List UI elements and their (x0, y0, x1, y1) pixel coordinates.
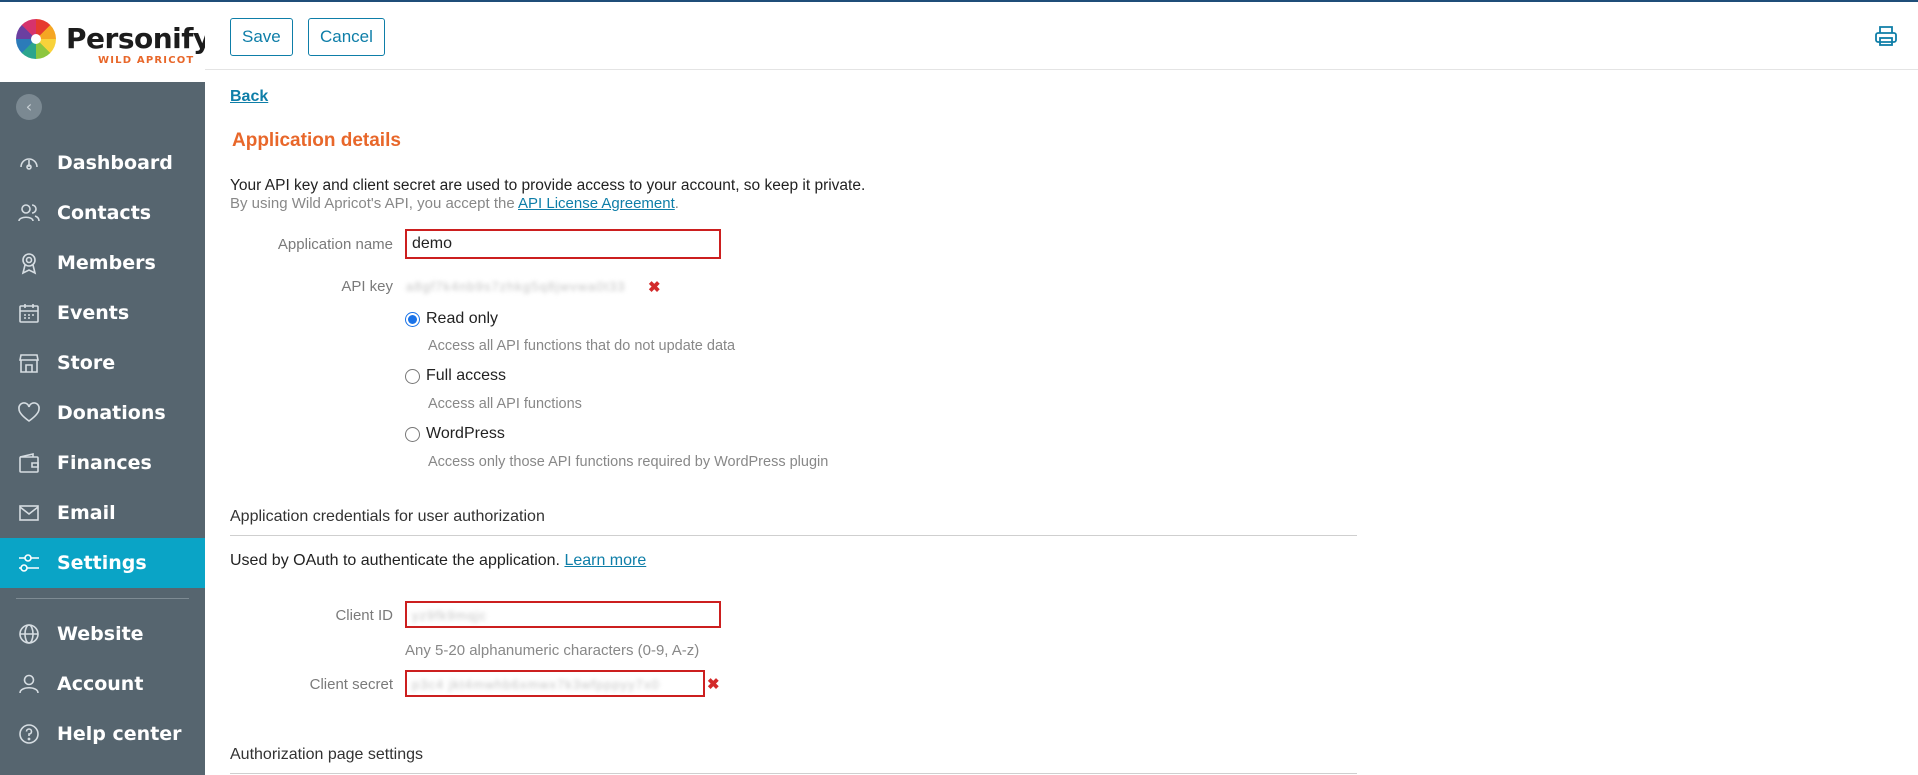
regenerate-key-x-icon[interactable]: ✖ (648, 280, 661, 295)
client-id-input[interactable]: yz9fk9mqjc (405, 601, 721, 628)
sidebar: Personify WILD APRICOT ‹ Dashboard Conta… (0, 0, 211, 775)
heart-icon (16, 400, 42, 426)
calendar-icon (16, 300, 42, 326)
sidebar-item-label: Settings (57, 552, 147, 574)
sidebar-item-label: Account (57, 673, 144, 695)
sidebar-item-donations[interactable]: Donations (0, 388, 205, 438)
wallet-icon (16, 450, 42, 476)
toolbar: Save Cancel (205, 2, 1918, 70)
radio-label: Read only (426, 310, 499, 327)
sidebar-item-label: Members (57, 252, 156, 274)
mail-icon (16, 500, 42, 526)
sidebar-item-label: Help center (57, 723, 182, 745)
api-key-label: API key (341, 278, 393, 295)
radio-read-only[interactable] (405, 311, 420, 327)
sidebar-item-finances[interactable]: Finances (0, 438, 205, 488)
radio-description: Access all API functions (428, 396, 582, 412)
sidebar-item-help-center[interactable]: Help center (0, 709, 205, 759)
collapse-sidebar-button[interactable]: ‹ (16, 94, 42, 120)
client-secret-label: Client secret (309, 676, 393, 693)
sidebar-item-label: Events (57, 302, 130, 324)
dashboard-icon (16, 150, 42, 176)
radio-description: Access only those API functions required… (428, 454, 829, 470)
sidebar-item-website[interactable]: Website (0, 609, 205, 659)
page-title: Application details (232, 130, 401, 151)
sidebar-item-label: Contacts (57, 202, 152, 224)
client-secret-value: p3c4 jkt4mwhb6xmwx7k3wfpppyy7x0 (412, 677, 660, 692)
chevron-left-icon: ‹ (25, 97, 33, 116)
credentials-section-title: Application credentials for user authori… (230, 508, 1357, 536)
sidebar-divider (16, 598, 189, 599)
logo[interactable]: Personify WILD APRICOT (0, 2, 211, 82)
license-suffix: . (674, 195, 679, 212)
sidebar-item-label: Store (57, 352, 116, 374)
sidebar-item-store[interactable]: Store (0, 338, 205, 388)
radio-label: Full access (426, 367, 507, 384)
client-id-value: yz9fk9mqjc (412, 608, 488, 623)
sidebar-item-contacts[interactable]: Contacts (0, 188, 205, 238)
learn-more-link[interactable]: Learn more (564, 552, 646, 569)
cancel-button[interactable]: Cancel (308, 18, 385, 56)
access-option-read-only[interactable]: Read only (405, 310, 498, 328)
license-prefix: By using Wild Apricot's API, you accept … (230, 195, 519, 212)
sidebar-item-label: Dashboard (57, 152, 173, 174)
store-icon (16, 350, 42, 376)
authorization-page-section-title: Authorization page settings (230, 746, 1357, 774)
license-text: By using Wild Apricot's API, you accept … (230, 195, 679, 212)
oauth-description: Used by OAuth to authenticate the applic… (230, 552, 646, 570)
members-icon (16, 250, 42, 276)
client-id-hint: Any 5-20 alphanumeric characters (0-9, A… (405, 642, 700, 659)
contacts-icon (16, 200, 42, 226)
settings-sliders-icon (16, 550, 42, 576)
api-key-value: a8gf7k4nb9s7zhkg5q8jwvwa0t33 (406, 279, 626, 294)
radio-label: WordPress (426, 425, 505, 442)
access-option-full-access[interactable]: Full access (405, 367, 506, 385)
client-secret-input[interactable]: p3c4 jkt4mwhb6xmwx7k3wfpppyy7x0 (405, 670, 705, 697)
sidebar-item-members[interactable]: Members (0, 238, 205, 288)
sidebar-item-dashboard[interactable]: Dashboard (0, 138, 205, 188)
save-button[interactable]: Save (230, 18, 293, 56)
sidebar-item-events[interactable]: Events (0, 288, 205, 338)
sidebar-item-label: Email (57, 502, 116, 524)
sidebar-item-settings[interactable]: Settings (0, 538, 205, 588)
sidebar-item-label: Donations (57, 402, 166, 424)
api-license-agreement-link[interactable]: API License Agreement (518, 195, 675, 212)
client-id-label: Client ID (335, 607, 393, 624)
top-accent-line (0, 0, 1918, 2)
radio-full-access[interactable] (405, 368, 420, 384)
logo-wheel-icon (16, 19, 56, 59)
application-name-input[interactable] (405, 229, 721, 259)
regenerate-secret-x-icon[interactable]: ✖ (707, 677, 720, 692)
sidebar-item-label: Website (57, 623, 144, 645)
radio-wordpress[interactable] (405, 426, 420, 442)
print-icon[interactable] (1874, 24, 1898, 48)
sidebar-item-email[interactable]: Email (0, 488, 205, 538)
help-icon (16, 721, 42, 747)
access-option-wordpress[interactable]: WordPress (405, 425, 505, 443)
sidebar-item-account[interactable]: Account (0, 659, 205, 709)
intro-text: Your API key and client secret are used … (230, 177, 866, 194)
globe-icon (16, 621, 42, 647)
back-link[interactable]: Back (230, 88, 268, 106)
radio-description: Access all API functions that do not upd… (428, 338, 736, 354)
user-icon (16, 671, 42, 697)
sidebar-item-label: Finances (57, 452, 152, 474)
main-content: Back Application details Your API key an… (230, 70, 1880, 775)
application-name-label: Application name (277, 236, 393, 253)
logo-subtitle: WILD APRICOT (98, 55, 195, 66)
oauth-desc-text: Used by OAuth to authenticate the applic… (230, 552, 565, 569)
logo-name: Personify (66, 22, 211, 55)
